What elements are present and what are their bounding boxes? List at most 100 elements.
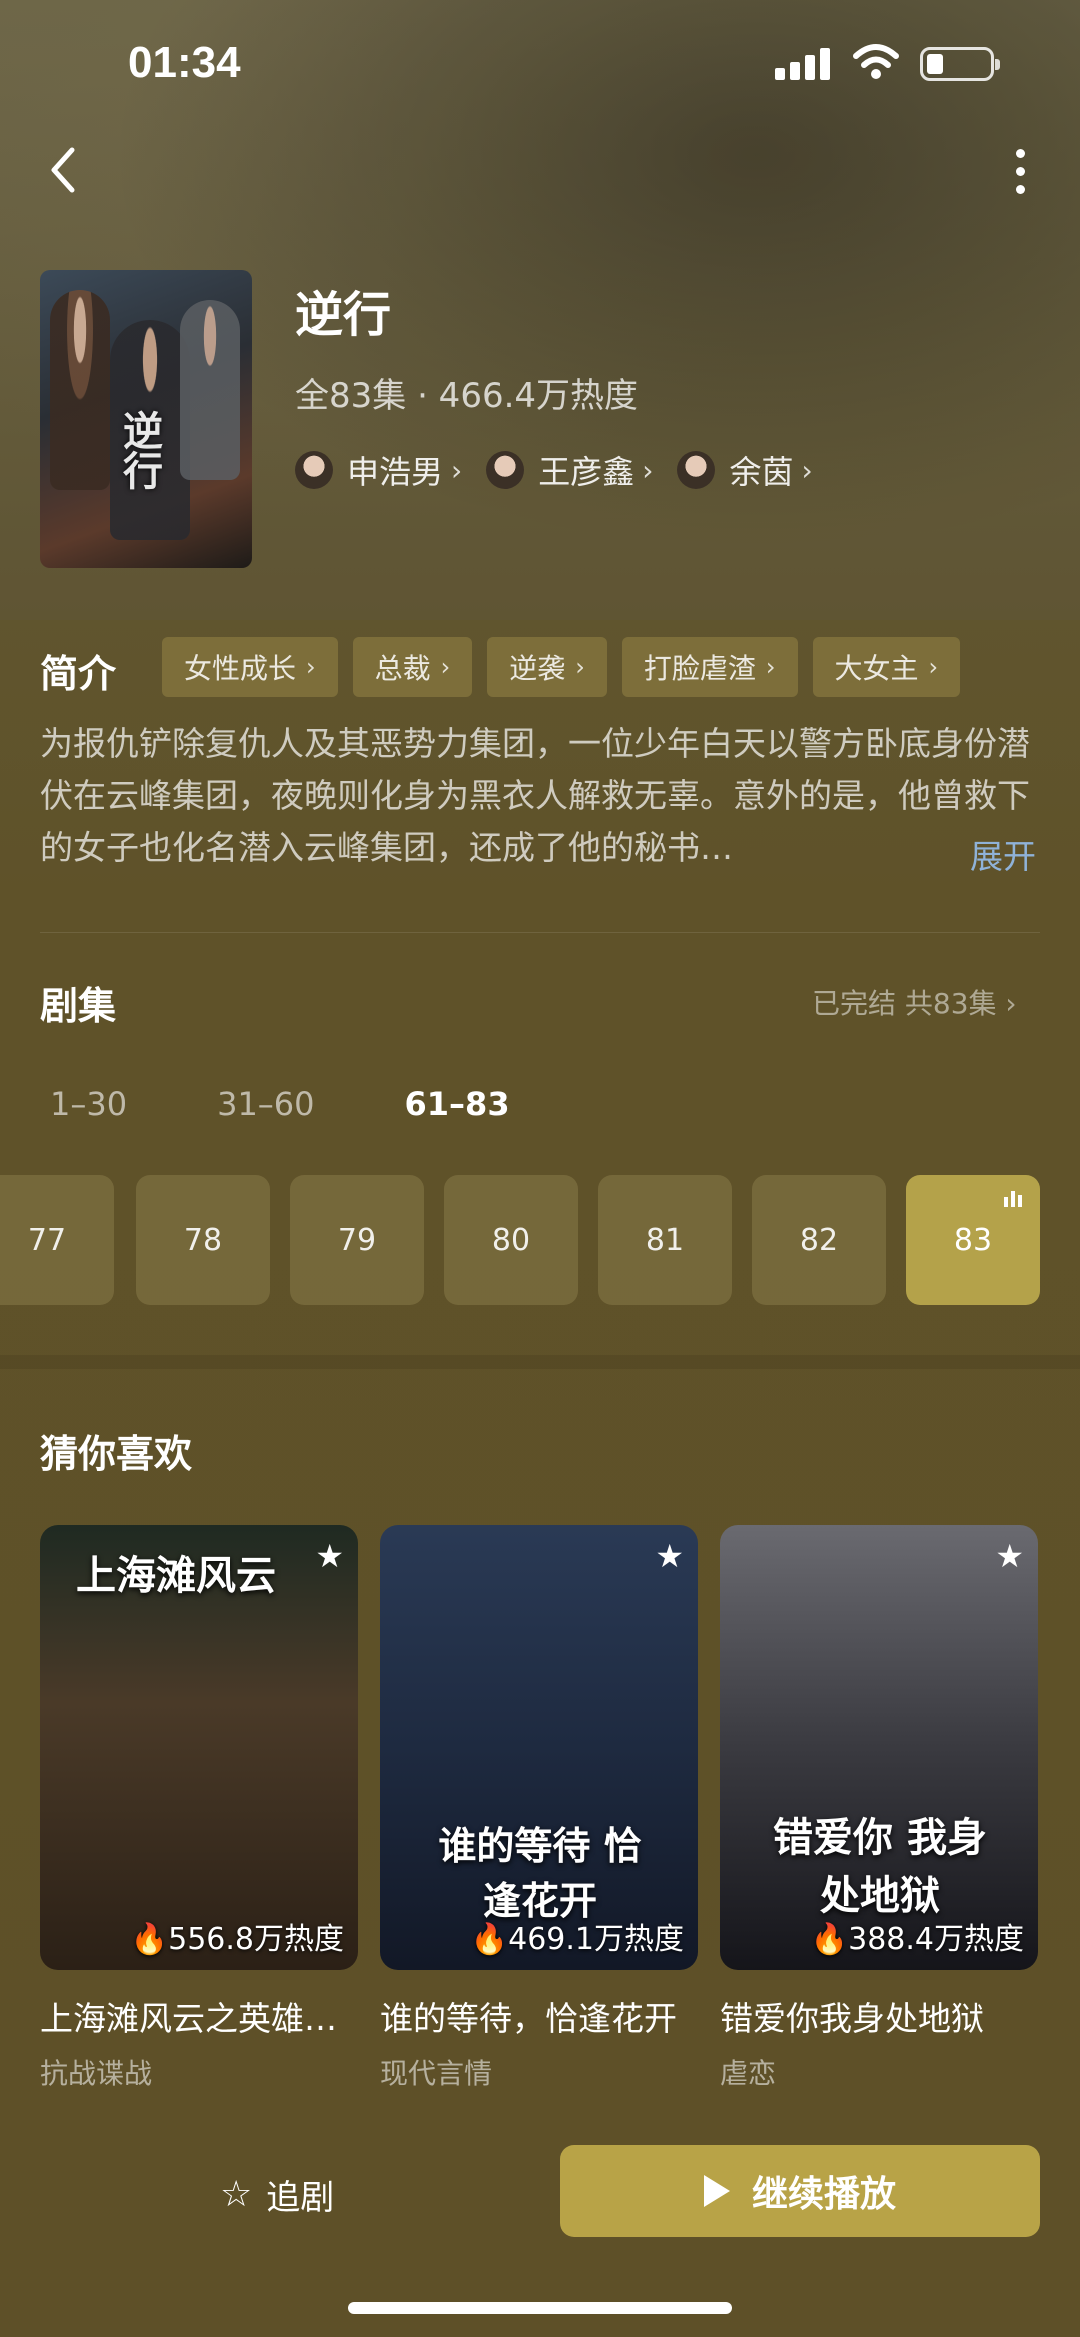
episode-number: 80 <box>491 1222 531 1258</box>
episodes-status-link[interactable]: 已完结 共83集 › <box>812 982 1017 1022</box>
expand-link[interactable]: 展开 <box>970 830 1036 878</box>
tab-range-61-83[interactable]: 61–83 <box>405 1085 510 1123</box>
chevron-right-icon: › <box>801 453 813 487</box>
tag-label: 女性成长 <box>184 652 297 685</box>
episode-button-current[interactable]: 83 <box>906 1175 1040 1305</box>
recommend-thumbnail: 谁的等待 恰逢花开 ★ 🔥469.1万热度 <box>380 1525 698 1970</box>
recommend-thumbnail: 错爱你 我身处地狱 ★ 🔥388.4万热度 <box>720 1525 1038 1970</box>
actor-link[interactable]: 申浩男 › <box>295 448 462 492</box>
episode-button[interactable]: 79 <box>290 1175 424 1305</box>
heat-badge: 🔥556.8万热度 <box>131 1914 344 1958</box>
home-indicator[interactable] <box>348 2302 732 2314</box>
recommend-name: 错爱你我身处地狱 <box>720 1999 984 2038</box>
episode-range-tabs: 1–30 31–60 61–83 <box>50 1085 600 1123</box>
episodes-title: 剧集 <box>40 984 117 1028</box>
follow-label: 追剧 <box>266 2178 335 2218</box>
intro-label: 简介 <box>40 652 117 696</box>
now-playing-icon <box>1004 1191 1024 1207</box>
chevron-right-icon: › <box>306 653 316 681</box>
chevron-right-icon: › <box>642 453 654 487</box>
tag-chip[interactable]: 总裁 › <box>352 637 473 697</box>
tag-label: 总裁 <box>374 652 431 685</box>
status-time: 01:34 <box>128 38 241 87</box>
battery-icon <box>920 47 1000 81</box>
star-icon[interactable]: ★ <box>315 1537 344 1575</box>
episode-number: 81 <box>645 1222 685 1258</box>
episode-button[interactable]: 78 <box>136 1175 270 1305</box>
tag-label: 打脸虐渣 <box>643 652 756 685</box>
episode-list: 77 78 79 80 81 82 83 <box>0 1175 1080 1305</box>
tab-range-1-30[interactable]: 1–30 <box>50 1085 127 1123</box>
star-icon[interactable]: ★ <box>655 1537 684 1575</box>
play-label: 继续播放 <box>751 2174 896 2215</box>
actor-link[interactable]: 余茵 › <box>677 448 813 492</box>
chevron-right-icon: › <box>928 653 939 681</box>
episode-button[interactable]: 81 <box>598 1175 732 1305</box>
episode-button[interactable]: 80 <box>444 1175 578 1305</box>
recommend-name: 上海滩风云之英雄… <box>40 1999 337 2038</box>
heat-badge: 🔥469.1万热度 <box>471 1914 684 1958</box>
tab-range-31-60[interactable]: 31–60 <box>217 1085 314 1123</box>
chevron-right-icon: › <box>440 653 451 681</box>
episode-number: 78 <box>183 1222 223 1258</box>
thumbnail-title-art: 谁的等待 恰逢花开 <box>438 1823 642 1923</box>
actor-name: 申浩男 <box>347 453 444 491</box>
episode-number: 77 <box>27 1222 67 1258</box>
chevron-right-icon: › <box>451 453 463 487</box>
tag-chip[interactable]: 女性成长 › <box>162 637 338 697</box>
tag-chip[interactable]: 逆袭 › <box>487 637 607 697</box>
back-button[interactable] <box>40 140 90 200</box>
recommend-genre: 现代言情 <box>380 2057 493 2090</box>
tag-label: 大女主 <box>834 652 919 685</box>
episode-number: 79 <box>337 1222 377 1258</box>
recommend-card[interactable]: 上海滩风云 ★ 🔥556.8万热度 上海滩风云之英雄… 抗战谍战 <box>40 1525 358 2092</box>
flame-icon: 🔥 <box>810 1922 849 1957</box>
section-separator <box>0 1355 1080 1369</box>
recommend-title: 猜你喜欢 <box>40 1432 193 1476</box>
tag-chip[interactable]: 打脸虐渣 › <box>621 637 798 697</box>
more-options-button[interactable] <box>1000 145 1040 205</box>
show-description: 为报仇铲除复仇人及其恶势力集团，一位少年白天以警方卧底身份潜伏在云峰集团，夜晚则… <box>40 724 1030 867</box>
show-poster: 逆行 <box>40 270 252 568</box>
tag-chip[interactable]: 大女主 › <box>812 637 961 697</box>
heat-value: 469.1万热度 <box>508 1922 684 1957</box>
actor-name: 王彦鑫 <box>538 453 635 491</box>
recommend-thumbnail: 上海滩风云 ★ 🔥556.8万热度 <box>40 1525 358 1970</box>
follow-button[interactable]: ☆ 追剧 <box>220 2170 334 2219</box>
flame-icon: 🔥 <box>470 1922 509 1957</box>
wifi-icon <box>853 44 899 79</box>
recommend-card[interactable]: 错爱你 我身处地狱 ★ 🔥388.4万热度 错爱你我身处地狱 虐恋 <box>720 1525 1038 2092</box>
bottom-action-bar: ☆ 追剧 继续播放 <box>0 2130 1080 2337</box>
recommend-genre: 抗战谍战 <box>40 2057 153 2090</box>
continue-play-button[interactable]: 继续播放 <box>560 2145 1040 2237</box>
episode-button[interactable]: 77 <box>0 1175 114 1305</box>
chevron-right-icon: › <box>765 653 776 681</box>
heat-value: 556.8万热度 <box>168 1922 344 1957</box>
thumbnail-title-art: 上海滩风云 <box>76 1552 276 1599</box>
signal-icon <box>775 46 835 80</box>
status-bar: 01:34 <box>0 0 1080 130</box>
episode-number: 83 <box>953 1222 993 1258</box>
flame-icon: 🔥 <box>130 1922 169 1957</box>
divider <box>40 932 1040 933</box>
avatar <box>677 451 716 489</box>
play-icon <box>703 2175 730 2207</box>
recommend-genre: 虐恋 <box>720 2057 777 2090</box>
recommend-card[interactable]: 谁的等待 恰逢花开 ★ 🔥469.1万热度 谁的等待，恰逢花开 现代言情 <box>380 1525 698 2092</box>
actor-name: 余茵 <box>729 453 794 491</box>
episode-button[interactable]: 82 <box>752 1175 886 1305</box>
star-icon[interactable]: ★ <box>995 1537 1024 1575</box>
avatar <box>295 451 333 489</box>
actor-link[interactable]: 王彦鑫 › <box>486 448 653 492</box>
heat-badge: 🔥388.4万热度 <box>811 1914 1024 1958</box>
chevron-right-icon: › <box>575 653 585 681</box>
recommend-name: 谁的等待，恰逢花开 <box>380 1999 677 2038</box>
tag-list: 女性成长 › 总裁 › 逆袭 › 打脸虐渣 › 大女主 › <box>162 637 961 697</box>
actor-list: 申浩男 › 王彦鑫 › 余茵 › <box>295 448 837 492</box>
tag-label: 逆袭 <box>509 652 566 685</box>
episode-number: 82 <box>799 1222 839 1258</box>
heat-value: 388.4万热度 <box>848 1922 1024 1957</box>
avatar <box>486 451 525 489</box>
show-meta: 全83集 · 466.4万热度 <box>295 376 639 416</box>
poster-title-art: 逆行 <box>116 410 163 490</box>
